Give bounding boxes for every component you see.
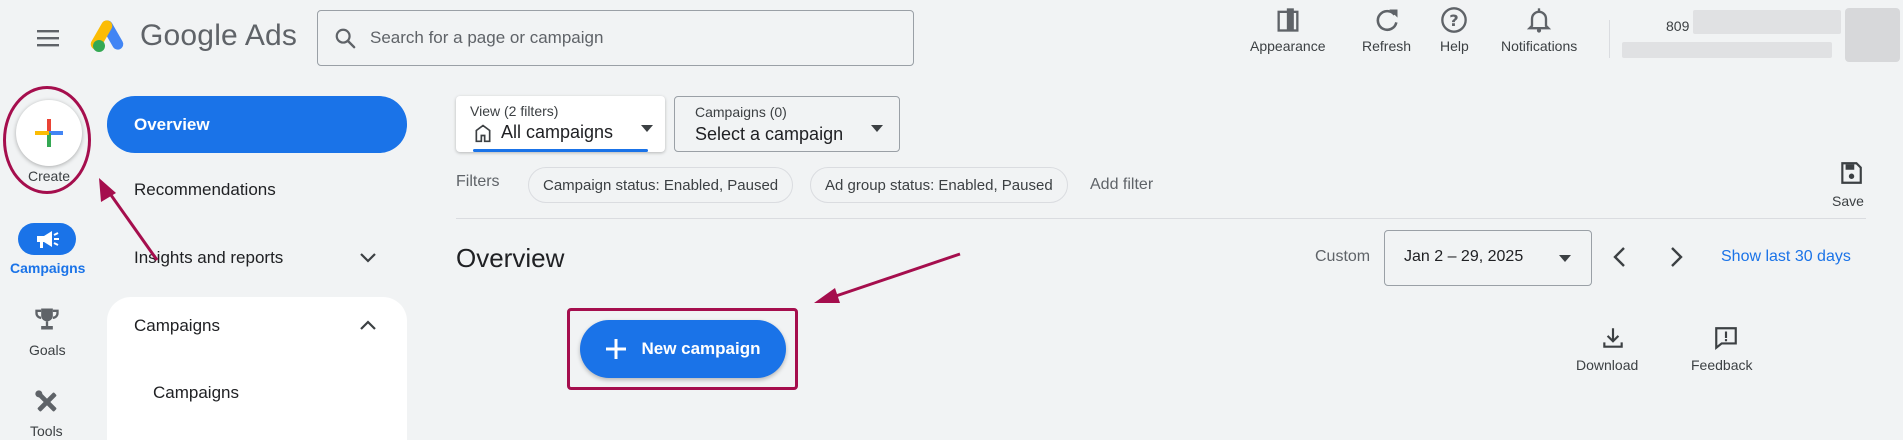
campaign-selector-value: Select a campaign [695, 124, 844, 144]
annotation-arrow-new-campaign [814, 252, 961, 303]
refresh-icon [1376, 9, 1398, 32]
redacted-account-email [1622, 42, 1832, 58]
redacted-account-name [1693, 10, 1841, 34]
chevron-down-icon[interactable] [358, 250, 378, 271]
feedback-icon[interactable] [1712, 325, 1740, 356]
save-label: Save [1832, 193, 1864, 209]
chevron-right-icon[interactable] [1666, 244, 1686, 275]
nav-recommendations[interactable]: Recommendations [134, 180, 276, 200]
building-icon [475, 123, 491, 142]
notifications-button[interactable]: Notifications [1501, 6, 1577, 54]
divider [456, 218, 1866, 219]
search-box[interactable] [317, 10, 914, 66]
campaign-selector-label: Campaigns (0) [695, 104, 787, 120]
tools-icon[interactable] [33, 388, 61, 421]
appearance-button[interactable]: Appearance [1250, 6, 1326, 54]
dropdown-caret-icon [870, 120, 884, 138]
help-button[interactable]: ? Help [1440, 6, 1469, 54]
nav-campaigns[interactable]: Campaigns [134, 316, 220, 336]
plus-icon [606, 339, 627, 359]
rail-tools-label: Tools [30, 423, 63, 439]
feedback-label: Feedback [1691, 357, 1753, 373]
menu-icon[interactable] [30, 22, 66, 54]
rail-campaigns-button[interactable] [18, 223, 76, 255]
chevron-up-icon[interactable] [358, 317, 378, 338]
refresh-label: Refresh [1362, 38, 1412, 54]
search-icon [335, 28, 356, 49]
add-filter-button[interactable]: Add filter [1090, 176, 1153, 194]
nav-overview[interactable]: Overview [107, 96, 407, 153]
filter-chip-campaign-status[interactable]: Campaign status: Enabled, Paused [528, 167, 794, 203]
help-icon: ? [1441, 7, 1468, 33]
avatar[interactable] [1845, 8, 1900, 62]
create-button[interactable] [16, 100, 82, 166]
refresh-button[interactable]: Refresh [1362, 6, 1411, 54]
rail-goals-label: Goals [29, 342, 66, 358]
help-label: Help [1440, 38, 1469, 54]
appearance-label: Appearance [1250, 38, 1326, 54]
appearance-icon [1277, 8, 1299, 32]
save-icon[interactable] [1838, 160, 1864, 191]
notifications-label: Notifications [1501, 38, 1578, 54]
megaphone-icon [37, 231, 59, 248]
date-range-value: Jan 2 – 29, 2025 [1404, 248, 1524, 265]
create-label: Create [28, 168, 71, 184]
show-last-30-days-link[interactable]: Show last 30 days [1721, 248, 1851, 266]
view-selector-value: All campaigns [473, 122, 613, 143]
download-icon[interactable] [1600, 325, 1626, 356]
trophy-icon[interactable] [33, 305, 61, 338]
search-input[interactable] [368, 27, 892, 49]
bell-icon [1526, 8, 1552, 33]
page-title: Overview [456, 243, 565, 273]
new-campaign-button[interactable]: New campaign [580, 320, 786, 378]
download-label: Download [1576, 357, 1639, 373]
google-ads-logo[interactable]: Google Ads [90, 18, 297, 54]
filter-chip-ad-group-status[interactable]: Ad group status: Enabled, Paused [810, 167, 1068, 203]
divider [1609, 20, 1610, 58]
logo-text: Google Ads [140, 19, 298, 52]
nav-insights-and-reports[interactable]: Insights and reports [134, 248, 283, 268]
google-ads-logo-icon [90, 20, 124, 52]
view-selector-label: View (2 filters) [470, 103, 559, 119]
svg-text:?: ? [1450, 11, 1459, 30]
date-custom-label: Custom [1315, 248, 1371, 265]
plus-icon [35, 119, 63, 147]
filters-label: Filters [456, 173, 500, 190]
new-campaign-label: New campaign [641, 339, 761, 358]
rail-campaigns-label: Campaigns [10, 260, 86, 276]
chevron-left-icon[interactable] [1610, 244, 1630, 275]
account-id: 809 [1666, 18, 1690, 34]
view-selector-underline [473, 149, 648, 152]
dropdown-caret-icon [1558, 250, 1572, 268]
dropdown-caret-icon [640, 120, 654, 138]
nav-sub-campaigns[interactable]: Campaigns [153, 383, 239, 403]
view-selector-text: All campaigns [501, 122, 614, 142]
